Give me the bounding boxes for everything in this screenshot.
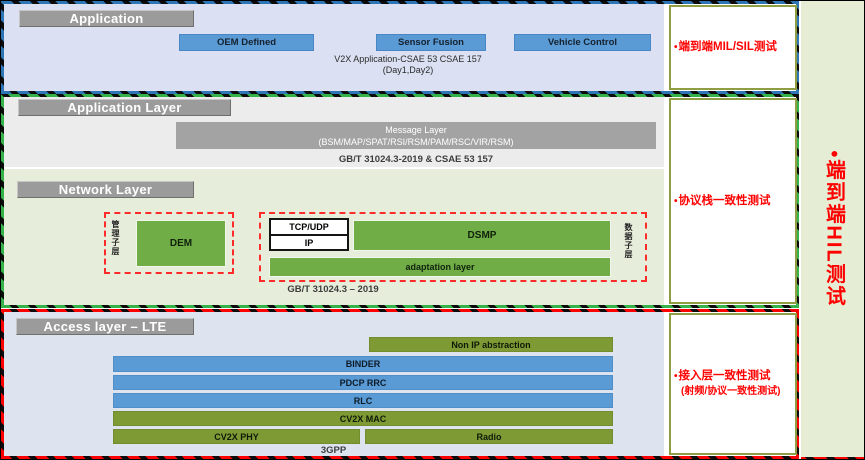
non-ip-abstraction-bar: Non IP abstraction xyxy=(369,337,613,352)
data-sublayer-label: 数据子层 xyxy=(624,223,633,259)
pdcp-rrc-bar: PDCP RRC xyxy=(113,375,613,390)
network-layer-caption: GB/T 31024.3 – 2019 xyxy=(287,284,379,295)
ip-box: IP xyxy=(269,234,349,251)
mil-sil-test-annotation: •端到端MIL/SIL测试 xyxy=(669,5,797,90)
bullet-icon: • xyxy=(674,195,678,207)
dsmp-box: DSMP xyxy=(353,220,611,251)
hil-test-label: •端到端HIL测试 xyxy=(822,150,845,308)
application-caption: V2X Application-CSAE 53 CSAE 157 (Day1,D… xyxy=(334,54,482,75)
application-title: Application xyxy=(19,10,194,27)
oem-defined-box: OEM Defined xyxy=(179,34,314,51)
bullet-icon: • xyxy=(674,371,678,382)
application-layer-caption: GB/T 31024.3-2019 & CSAE 53 157 xyxy=(338,154,494,165)
vehicle-control-box: Vehicle Control xyxy=(514,34,651,51)
hil-test-column: •端到端HIL测试 xyxy=(801,1,864,459)
access-layer-caption: 3GPP xyxy=(320,445,347,456)
dem-box: DEM xyxy=(136,220,226,267)
binder-bar: BINDER xyxy=(113,356,613,372)
protocol-stack-test-annotation: •协议栈一致性测试 xyxy=(669,98,797,304)
adaptation-layer-box: adaptation layer xyxy=(269,257,611,277)
bullet-icon: • xyxy=(822,150,845,160)
sensor-fusion-box: Sensor Fusion xyxy=(376,34,486,51)
rlc-bar: RLC xyxy=(113,393,613,408)
access-layer-title: Access layer – LTE xyxy=(16,318,194,335)
access-test-annotation: •接入层一致性测试 (射频/协议一致性测试) xyxy=(669,313,797,455)
message-layer-box: Message Layer (BSM/MAP/SPAT/RSI/RSM/PAM/… xyxy=(176,122,656,149)
network-layer-title: Network Layer xyxy=(17,181,194,198)
application-layer-title: Application Layer xyxy=(18,99,231,116)
cv2x-mac-bar: CV2X MAC xyxy=(113,411,613,426)
management-sublayer-label: 管理子层 xyxy=(111,220,120,256)
cv2x-phy-bar: CV2X PHY xyxy=(113,429,360,444)
radio-bar: Radio xyxy=(365,429,613,444)
bullet-icon: • xyxy=(674,42,678,53)
v2x-protocol-stack-diagram: •端到端HIL测试 Application OEM Defined Sensor… xyxy=(0,0,865,460)
